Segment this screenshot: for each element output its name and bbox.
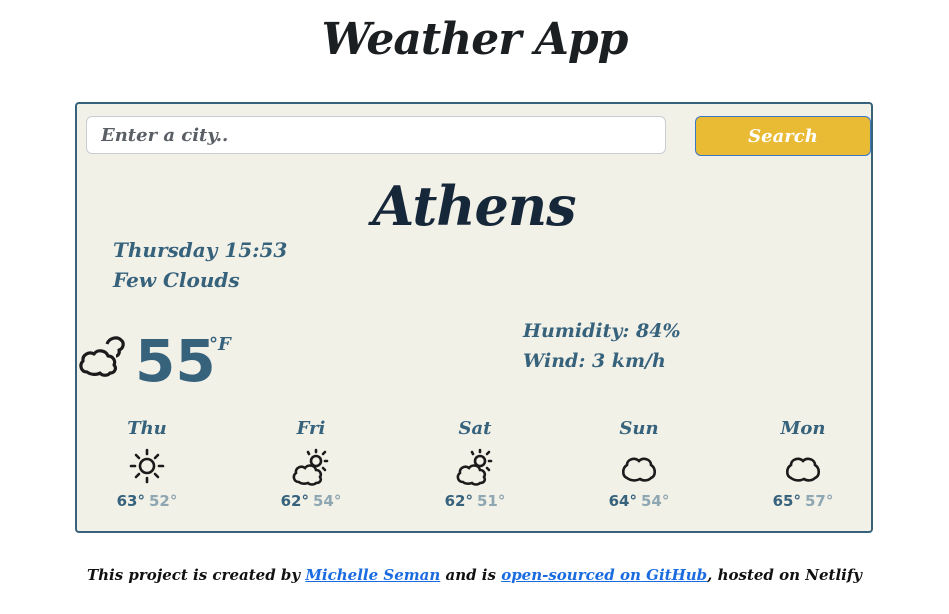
weather-card: Search Athens Thursday 15:53 Few Clouds … (75, 102, 873, 533)
author-link[interactable]: Michelle Seman (305, 566, 440, 584)
forecast-day: Mon 65° 57° (743, 418, 863, 510)
wind-speed: Wind: 3 km/h (523, 350, 666, 372)
forecast-temps: 62° 51° (415, 492, 535, 510)
footer: This project is created by Michelle Sema… (0, 566, 949, 584)
temperature-unit-toggle[interactable]: °F (209, 334, 231, 355)
forecast-day-name: Sat (458, 418, 492, 439)
city-name: Athens (372, 174, 576, 238)
weather-description: Few Clouds (113, 268, 240, 292)
partly-cloudy-icon (456, 448, 493, 486)
forecast-day-name: Fri (296, 418, 326, 439)
partly-cloudy-icon (292, 448, 329, 486)
forecast-min-temp: 57° (805, 492, 834, 510)
city-search-input[interactable] (86, 116, 666, 154)
sun-icon (129, 448, 165, 484)
forecast-min-temp: 51° (477, 492, 506, 510)
forecast-max-temp: 62° (444, 492, 473, 510)
current-temperature: 55 (135, 327, 216, 395)
forecast-day-name: Thu (127, 418, 167, 439)
forecast-day: Fri 62° 54° (251, 418, 371, 510)
github-link[interactable]: open-sourced on GitHub (501, 566, 707, 584)
forecast-row: Thu 63° 52° Fri 62° 54° Sat 62° 51° Sun 64° 54° Mon 6… (77, 418, 871, 518)
footer-text: , hosted on Netlify (707, 566, 863, 584)
forecast-min-temp: 54° (313, 492, 342, 510)
few-clouds-icon (79, 336, 125, 377)
footer-text: This project is created by (86, 566, 306, 584)
forecast-temps: 65° 57° (743, 492, 863, 510)
forecast-max-temp: 63° (116, 492, 145, 510)
forecast-max-temp: 64° (608, 492, 637, 510)
forecast-day-name: Sun (619, 418, 659, 439)
cloud-icon (621, 457, 657, 482)
forecast-min-temp: 52° (149, 492, 178, 510)
forecast-temps: 64° 54° (579, 492, 699, 510)
forecast-temps: 62° 54° (251, 492, 371, 510)
forecast-day-name: Mon (780, 418, 826, 439)
search-button[interactable]: Search (695, 116, 871, 156)
cloud-icon (785, 457, 821, 482)
forecast-max-temp: 65° (772, 492, 801, 510)
forecast-temps: 63° 52° (87, 492, 207, 510)
forecast-day: Thu 63° 52° (87, 418, 207, 510)
forecast-min-temp: 54° (641, 492, 670, 510)
current-date-time: Thursday 15:53 (113, 238, 288, 262)
app-title: Weather App (321, 14, 629, 65)
forecast-max-temp: 62° (280, 492, 309, 510)
footer-text: and is (440, 566, 502, 584)
forecast-day: Sat 62° 51° (415, 418, 535, 510)
humidity: Humidity: 84% (523, 320, 681, 342)
forecast-day: Sun 64° 54° (579, 418, 699, 510)
